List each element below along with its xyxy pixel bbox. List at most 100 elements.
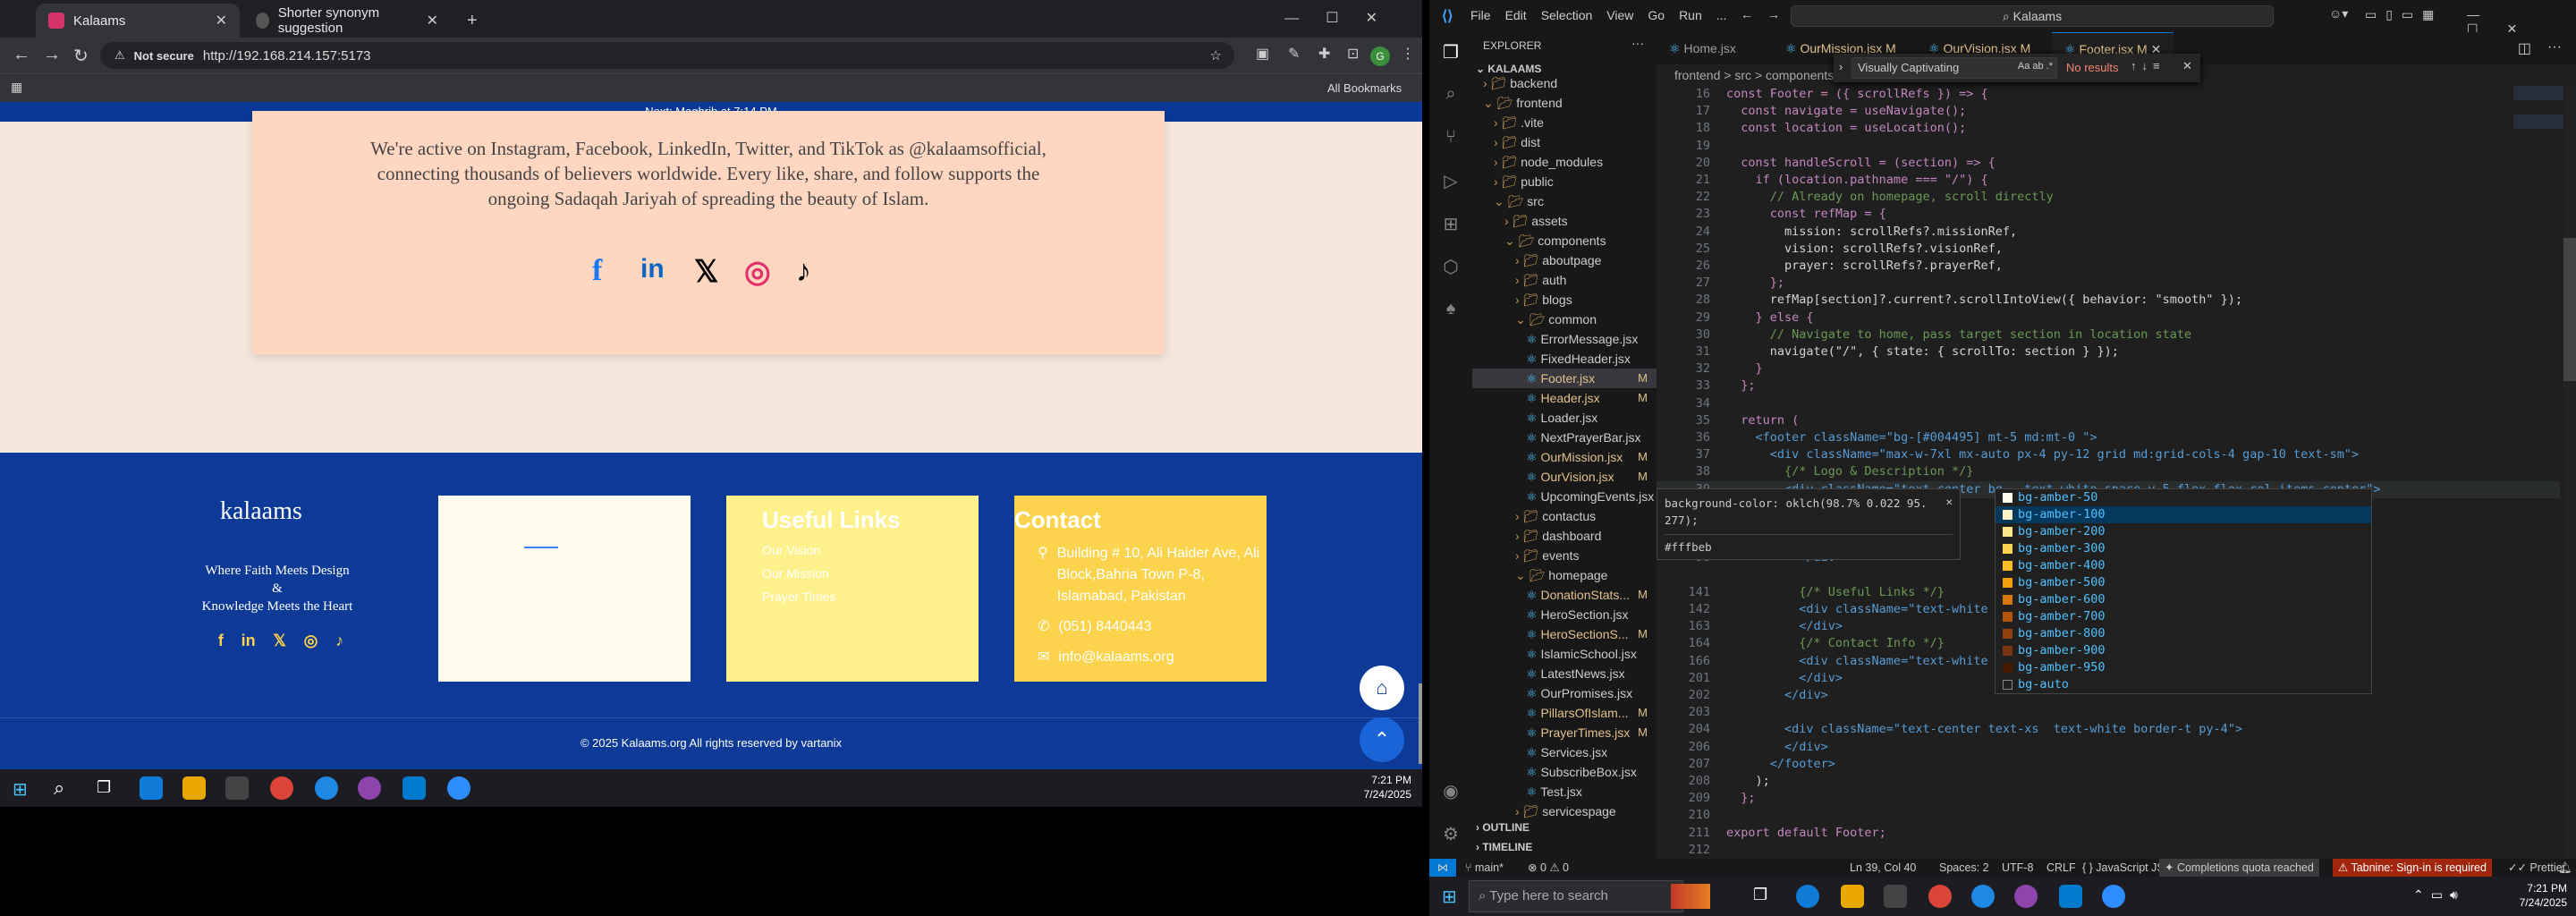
- source-control-icon[interactable]: ⑂: [1440, 127, 1462, 148]
- code-line[interactable]: 204 <div className="text-center text-xs …: [1657, 721, 2560, 738]
- code-line[interactable]: 28 refMap[section]?.current?.scrollIntoV…: [1657, 292, 2560, 309]
- suggestion-item[interactable]: bg-amber-200: [1996, 523, 2371, 540]
- file-tree-item[interactable]: ⚛ FixedHeader.jsx: [1472, 349, 1657, 369]
- edge-icon[interactable]: [1796, 885, 1819, 908]
- new-tab-button[interactable]: +: [454, 4, 490, 38]
- code-line[interactable]: 206 </div>: [1657, 739, 2560, 756]
- code-view[interactable]: 16 const Footer = ({ scrollRefs }) => {17…: [1657, 86, 2560, 873]
- completions-quota[interactable]: ✦ Completions quota reached: [2159, 859, 2319, 877]
- store-icon[interactable]: [1884, 885, 1907, 908]
- file-tree-item[interactable]: ⚛ OurPromises.jsx: [1472, 683, 1657, 703]
- menu-edit[interactable]: Edit: [1505, 8, 1527, 22]
- file-tree-item[interactable]: ⚛ IslamicSchool.jsx: [1472, 644, 1657, 664]
- file-tree-item[interactable]: ⚛ Test.jsx: [1472, 782, 1657, 802]
- file-tree-item[interactable]: ⚛ UpcomingEvents.jsx: [1472, 487, 1657, 506]
- facebook-icon[interactable]: f: [218, 632, 224, 650]
- outline-section[interactable]: › OUTLINE: [1476, 821, 1530, 834]
- file-tree-item[interactable]: ⚛ DonationStats... M: [1472, 585, 1657, 605]
- phone-text[interactable]: (051) 8440443: [1058, 616, 1151, 638]
- explorer-icon[interactable]: ❐: [1440, 41, 1462, 63]
- code-line[interactable]: 19: [1657, 138, 2560, 155]
- page-scrollbar[interactable]: [1419, 683, 1422, 764]
- code-line[interactable]: 20 const handleScroll = (section) => {: [1657, 155, 2560, 172]
- taskbar-search-box[interactable]: ⌕ Type here to search: [1469, 880, 1683, 912]
- search-icon[interactable]: ⌕: [1440, 84, 1462, 106]
- menu-go[interactable]: Go: [1648, 8, 1665, 22]
- split-editor-icon[interactable]: ◫: [2518, 39, 2531, 57]
- file-explorer-icon[interactable]: [1841, 885, 1864, 908]
- code-line[interactable]: 26 prayer: scrollRefs?.prayerRef,: [1657, 258, 2560, 275]
- minimap[interactable]: [2513, 86, 2563, 229]
- layout-icons[interactable]: ▭▯▭▦: [2365, 7, 2443, 22]
- notifications-icon[interactable]: 🔔︎: [2558, 859, 2572, 877]
- command-center[interactable]: ⌕ Kalaams: [1791, 5, 2274, 27]
- vscode-taskbar-icon[interactable]: [2059, 885, 2082, 908]
- folder-tree-item[interactable]: › 📁︎ aboutpage: [1472, 250, 1657, 270]
- folder-tree-item[interactable]: › 📁︎ public: [1472, 172, 1657, 191]
- folder-tree-item[interactable]: › 📁︎ assets: [1472, 211, 1657, 231]
- menu-file[interactable]: File: [1470, 8, 1491, 22]
- suggestion-item[interactable]: bg-amber-800: [1996, 625, 2371, 642]
- file-tree-item[interactable]: ⚛ HeroSection.jsx: [1472, 605, 1657, 624]
- folder-tree-item[interactable]: › 📁︎ events: [1472, 546, 1657, 565]
- windows-start-icon[interactable]: ⊞: [13, 778, 28, 801]
- suggestion-item[interactable]: bg-amber-500: [1996, 574, 2371, 591]
- app-icon[interactable]: [315, 776, 338, 800]
- extension-icon[interactable]: ▣: [1256, 45, 1269, 63]
- file-tree-item[interactable]: ⚛ Loader.jsx: [1472, 408, 1657, 428]
- close-tab-icon[interactable]: ✕: [427, 12, 438, 30]
- facebook-icon[interactable]: f: [592, 254, 602, 288]
- forward-icon[interactable]: →: [43, 45, 61, 65]
- code-line[interactable]: 33 };: [1657, 377, 2560, 394]
- file-tree-item[interactable]: ⚛ NextPrayerBar.jsx: [1472, 428, 1657, 447]
- zoom-icon[interactable]: [447, 776, 470, 800]
- find-input[interactable]: Visually Captivating Aa ab .*: [1852, 57, 2057, 79]
- file-tree-item[interactable]: ⚛ PrayerTimes.jsx M: [1472, 723, 1657, 742]
- code-line[interactable]: 36 <footer className="bg-[#004495] mt-5 …: [1657, 429, 2560, 446]
- folder-tree-item[interactable]: › 📁︎ dist: [1472, 132, 1657, 152]
- vscode-taskbar-icon[interactable]: [402, 776, 426, 800]
- x-twitter-icon[interactable]: 𝕏: [694, 254, 718, 290]
- line-ending[interactable]: CRLF: [2046, 859, 2076, 877]
- close-hover-icon[interactable]: ✕: [1945, 493, 1953, 510]
- timeline-section[interactable]: › TIMELINE: [1476, 841, 1532, 853]
- code-line[interactable]: 203: [1657, 704, 2560, 721]
- suggestion-item[interactable]: bg-amber-400: [1996, 557, 2371, 574]
- address-bar[interactable]: ⚠ Not secure http://192.168.214.157:5173…: [100, 42, 1234, 69]
- github-icon[interactable]: [358, 776, 381, 800]
- code-line[interactable]: 208 );: [1657, 773, 2560, 790]
- chrome-icon[interactable]: [270, 776, 293, 800]
- code-line[interactable]: 27 };: [1657, 275, 2560, 292]
- puzzle-icon[interactable]: ✚: [1318, 45, 1330, 63]
- more-actions-icon[interactable]: ···: [1631, 36, 1644, 50]
- suggestion-item[interactable]: bg-amber-100: [1996, 506, 2371, 523]
- prayer-widget-button[interactable]: ⌂: [1360, 666, 1404, 710]
- tab-synonym[interactable]: Shorter synonym suggestion ✕: [243, 4, 451, 38]
- run-debug-icon[interactable]: ▷: [1440, 170, 1462, 191]
- file-tree-item[interactable]: ⚛ PillarsOfIslam... M: [1472, 703, 1657, 723]
- back-icon[interactable]: ←: [13, 45, 30, 65]
- file-tree-item[interactable]: ⚛ SubscribeBox.jsx: [1472, 762, 1657, 782]
- tab-home[interactable]: ⚛ Home.jsx: [1657, 32, 1749, 64]
- tab-search-icon[interactable]: ⊡: [1347, 45, 1359, 63]
- task-view-icon[interactable]: ❐: [97, 778, 111, 797]
- code-line[interactable]: 37 <div className="max-w-7xl mx-auto px-…: [1657, 446, 2560, 463]
- menu-more[interactable]: ...: [1716, 8, 1727, 22]
- code-line[interactable]: 16 const Footer = ({ scrollRefs }) => {: [1657, 86, 2560, 103]
- editor-scrollbar[interactable]: [2563, 86, 2576, 873]
- search-icon[interactable]: ⌕: [54, 776, 64, 800]
- code-line[interactable]: 25 vision: scrollRefs?.visionRef,: [1657, 241, 2560, 258]
- window-controls[interactable]: —☐✕: [1284, 9, 1404, 27]
- extensions-icon[interactable]: ⊞: [1440, 213, 1462, 234]
- system-tray-icons[interactable]: ⌃▭🔊︎: [2413, 887, 2465, 903]
- folder-tree-item[interactable]: › 📁︎ contactus: [1472, 506, 1657, 526]
- account-icon[interactable]: ◉: [1440, 780, 1462, 802]
- tiktok-icon[interactable]: ♪: [335, 632, 343, 650]
- code-line[interactable]: 207 </footer>: [1657, 756, 2560, 773]
- menu-view[interactable]: View: [1606, 8, 1633, 22]
- mongodb-icon[interactable]: ♠: [1440, 299, 1462, 320]
- suggestion-item[interactable]: bg-amber-900: [1996, 642, 2371, 659]
- nav-forward-icon[interactable]: →: [1767, 7, 1780, 21]
- code-line[interactable]: 211 export default Footer;: [1657, 825, 2560, 842]
- task-view-icon[interactable]: ❐: [1753, 886, 1767, 904]
